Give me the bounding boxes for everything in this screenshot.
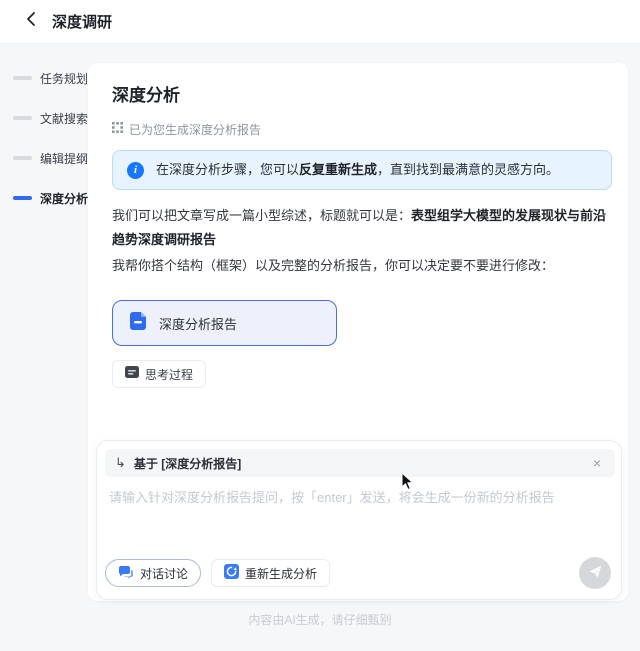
info-banner-text: 在深度分析步骤，您可以反复重新生成，直到找到最满意的灵感方向。 — [156, 161, 559, 179]
sidebar-item-label: 深度分析 — [40, 190, 88, 207]
chat-button-label: 对话讨论 — [140, 565, 188, 582]
paper-plane-icon — [588, 564, 603, 582]
top-bar: 深度调研 — [0, 0, 640, 44]
info-text-bold: 反复重新生成 — [299, 162, 377, 177]
sidebar-item-edit-outline[interactable]: 编辑提纲 — [0, 138, 88, 178]
section-title: 深度分析 — [112, 81, 612, 106]
info-banner: i 在深度分析步骤，您可以反复重新生成，直到找到最满意的灵感方向。 — [112, 150, 612, 190]
reply-arrow-icon: ↳ — [115, 455, 126, 471]
composer-input[interactable] — [109, 487, 609, 547]
assistant-paragraph-2: 我帮你搭个结构（框架）以及完整的分析报告，你可以决定要不要进行修改： — [112, 254, 617, 278]
sidebar-item-deep-analysis[interactable]: 深度分析 — [0, 178, 88, 218]
chat-bubbles-icon — [118, 565, 134, 582]
notes-icon — [125, 365, 139, 383]
sidebar-item-label: 任务规划 — [40, 70, 88, 87]
info-icon: i — [127, 162, 144, 179]
regenerate-button-label: 重新生成分析 — [245, 565, 317, 582]
step-indicator-dash — [13, 116, 32, 120]
send-button[interactable] — [579, 557, 611, 589]
report-card-label: 深度分析报告 — [159, 314, 237, 333]
step-indicator-dash — [13, 156, 32, 160]
ai-disclaimer: 内容由AI生成，请仔细甄别 — [0, 611, 640, 628]
info-text-after: ，直到找到最满意的灵感方向。 — [377, 162, 559, 177]
quote-reference-chip: ↳ 基于 [深度分析报告] × — [105, 449, 615, 477]
thinking-process-button[interactable]: 思考过程 — [112, 360, 206, 388]
back-button[interactable] — [18, 9, 44, 35]
quote-reference-label: 基于 [深度分析报告] — [134, 455, 589, 472]
thinking-button-label: 思考过程 — [145, 366, 193, 383]
sidebar-item-label: 编辑提纲 — [40, 150, 88, 167]
sidebar-item-label: 文献搜索 — [40, 110, 88, 127]
chat-discuss-button[interactable]: 对话讨论 — [105, 559, 201, 587]
document-icon — [127, 310, 149, 337]
steps-sidebar: 任务规划 文献搜索 编辑提纲 深度分析 — [0, 58, 88, 218]
page-header-title: 深度调研 — [52, 11, 112, 32]
status-text: 已为您生成深度分析报告 — [129, 121, 261, 138]
report-attachment-card[interactable]: 深度分析报告 — [112, 300, 337, 346]
sidebar-item-task-planning[interactable]: 任务规划 — [0, 58, 88, 98]
step-indicator-dash-active — [13, 196, 32, 200]
composer-actions: 对话讨论 重新生成分析 — [105, 557, 611, 589]
info-text-before: 在深度分析步骤，您可以 — [156, 162, 299, 177]
chevron-left-icon — [25, 11, 37, 32]
assistant-paragraph-1: 我们可以把文章写成一篇小型综述，标题就可以是：表型组学大模型的发展现状与前沿趋势… — [112, 204, 617, 252]
generation-status: 已为您生成深度分析报告 — [112, 120, 612, 138]
paragraph-1-text: 我们可以把文章写成一篇小型综述，标题就可以是： — [112, 208, 411, 223]
step-indicator-dash — [13, 76, 32, 80]
loading-grid-icon — [112, 120, 123, 138]
close-icon[interactable]: × — [589, 454, 605, 472]
sidebar-item-literature-search[interactable]: 文献搜索 — [0, 98, 88, 138]
regenerate-analysis-button[interactable]: 重新生成分析 — [211, 559, 330, 587]
composer: ↳ 基于 [深度分析报告] × 对话讨论 重新生成分析 — [96, 440, 622, 600]
regenerate-icon — [224, 564, 239, 582]
